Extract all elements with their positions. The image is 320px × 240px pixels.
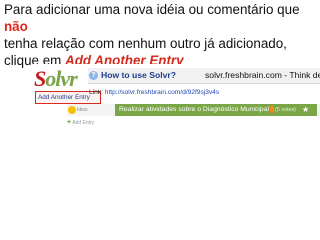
header-bar: ? How to use Solvr? solvr.freshbrain.com… <box>88 68 320 84</box>
idea-entry-row[interactable]: Idea: Realizar atividades sobre o Diagnó… <box>67 104 320 116</box>
vote-count: (5 votes) <box>275 107 296 113</box>
caption-text-2: tenha relação com nenhum outro já adicio… <box>4 36 287 51</box>
page-title: How to use Solvr? <box>101 70 176 80</box>
idea-text[interactable]: Realizar atividades sobre o Diagnóstico … <box>115 104 317 116</box>
lightbulb-icon <box>68 106 76 114</box>
vote-icon[interactable] <box>270 106 274 113</box>
question-icon: ? <box>89 71 98 80</box>
plus-icon: + <box>67 119 72 126</box>
idea-text-label: Realizar atividades sobre o Diagnóstico … <box>119 106 269 113</box>
instruction-caption: Para adicionar uma nova idéia ou comentá… <box>4 1 318 69</box>
site-title: solvr.freshbrain.com - Think deepe <box>205 70 320 80</box>
star-icon[interactable]: ★ <box>302 104 309 116</box>
caption-highlight: não <box>4 19 28 34</box>
add-entry-small-button[interactable]: + Add Entry <box>67 119 94 127</box>
idea-label: Idea: <box>77 107 89 113</box>
solvr-logo: Solvr <box>34 66 78 91</box>
solvr-screenshot: Solvr Add Another Entry ? How to use Sol… <box>31 64 320 131</box>
link-url[interactable]: http://solvr.freshbrain.com/d/92f9sj3v4s <box>105 89 219 96</box>
add-entry-small-label: Add Entry <box>72 120 95 126</box>
link-label: Link: <box>89 89 103 96</box>
caption-text-1: Para adicionar uma nova idéia ou comentá… <box>4 2 300 17</box>
link-row: Link: http://solvr.freshbrain.com/d/92f9… <box>89 88 219 97</box>
